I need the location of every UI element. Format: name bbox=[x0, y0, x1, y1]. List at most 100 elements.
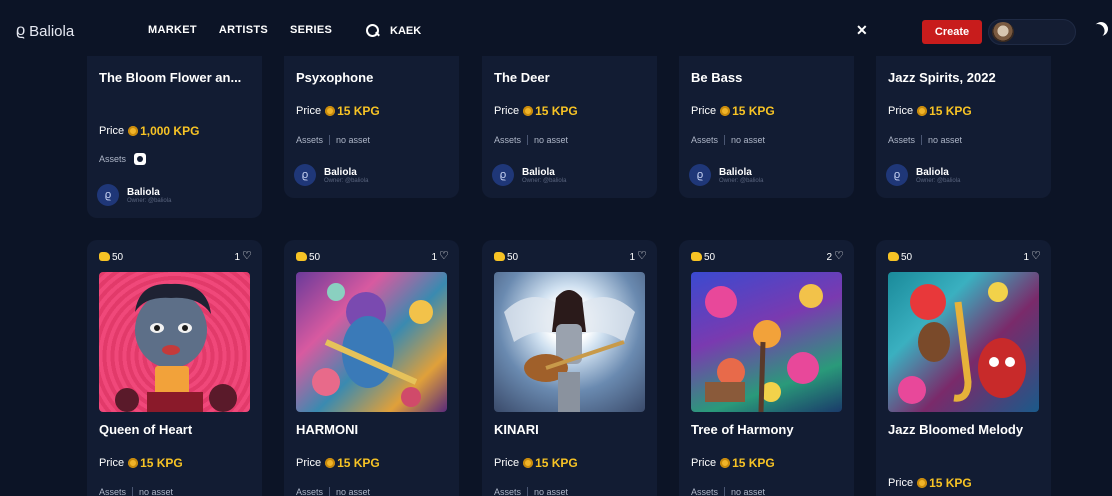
price-value: 15 KPG bbox=[337, 104, 380, 118]
heart-icon[interactable] bbox=[242, 249, 252, 262]
owner-row[interactable]: ϱ Baliola Owner: @baliola bbox=[689, 164, 763, 186]
assets-label: Assets bbox=[691, 135, 719, 145]
search-bar[interactable]: KAEK ✕ bbox=[356, 18, 876, 44]
assets-label: Assets bbox=[296, 487, 324, 496]
price-row: Price 15 KPG bbox=[888, 104, 972, 118]
hand-icon bbox=[691, 252, 702, 261]
like-count[interactable]: 2 bbox=[826, 249, 844, 263]
owner-row[interactable]: ϱ Baliola Owner: @baliola bbox=[886, 164, 960, 186]
like-count[interactable]: 1 bbox=[629, 249, 647, 263]
tree-of-harmony-art bbox=[705, 284, 823, 412]
like-count[interactable]: 1 bbox=[431, 249, 449, 263]
nft-card[interactable]: The Bloom Flower an... Price 1,000 KPG As… bbox=[87, 40, 262, 218]
card-stats: 50 1 bbox=[888, 249, 1041, 263]
baliola-logo[interactable]: ϱ Baliola bbox=[16, 22, 74, 40]
search-icon[interactable] bbox=[366, 24, 380, 38]
nft-card[interactable]: 50 1 KINARI Price 15 KPG Assets no asset bbox=[482, 240, 657, 496]
avatar[interactable] bbox=[992, 22, 1014, 42]
card-title: Jazz Spirits, 2022 bbox=[888, 70, 996, 85]
user-menu[interactable] bbox=[988, 19, 1076, 45]
price-label: Price bbox=[99, 457, 125, 469]
owner-row[interactable]: ϱ Baliola Owner: @baliola bbox=[97, 184, 171, 206]
assets-label: Assets bbox=[494, 135, 522, 145]
assets-row: Assets no asset bbox=[296, 487, 370, 496]
card-title: The Deer bbox=[494, 70, 550, 85]
artwork-image[interactable] bbox=[691, 272, 842, 412]
artwork-image[interactable] bbox=[888, 272, 1039, 412]
card-stats: 50 1 bbox=[494, 249, 647, 263]
top-navbar: ϱ Baliola MARKET ARTISTS SERIES KAEK ✕ C… bbox=[0, 8, 1112, 56]
coin-icon bbox=[523, 458, 534, 468]
owner-handle: Owner: @baliola bbox=[522, 177, 567, 184]
assets-value: no asset bbox=[731, 135, 766, 145]
nav-series[interactable]: SERIES bbox=[290, 24, 332, 36]
price-label: Price bbox=[888, 477, 914, 489]
price-value: 15 KPG bbox=[732, 456, 775, 470]
owner-handle: Owner: @baliola bbox=[324, 177, 369, 184]
assets-label: Assets bbox=[296, 135, 324, 145]
artwork-image[interactable] bbox=[99, 272, 250, 412]
owner-row[interactable]: ϱ Baliola Owner: @baliola bbox=[492, 164, 566, 186]
nft-card[interactable]: 50 1 Jazz Bloomed Melody Price 15 KPG bbox=[876, 240, 1051, 496]
nft-card[interactable]: 50 1 Queen of Heart Price 15 KPG Assets no… bbox=[87, 240, 262, 496]
nft-card[interactable]: The Deer Price 15 KPG Assets no asset ϱ Ba… bbox=[482, 40, 657, 198]
nft-card[interactable]: Psyxophone Price 15 KPG Assets no asset ϱ … bbox=[284, 40, 459, 198]
price-row: Price 1,000 KPG bbox=[99, 124, 199, 138]
owner-row[interactable]: ϱ Baliola Owner: @baliola bbox=[294, 164, 368, 186]
price-value: 15 KPG bbox=[535, 456, 578, 470]
assets-row: Assets no asset bbox=[691, 135, 765, 145]
price-label: Price bbox=[99, 125, 125, 137]
owner-handle: Owner: @baliola bbox=[127, 197, 172, 204]
supply-count: 50 bbox=[99, 252, 123, 263]
assets-value: no asset bbox=[336, 487, 371, 496]
like-count[interactable]: 1 bbox=[1023, 249, 1041, 263]
card-title: Psyxophone bbox=[296, 70, 374, 85]
supply-count: 50 bbox=[296, 252, 320, 263]
create-button[interactable]: Create bbox=[922, 20, 982, 44]
search-input[interactable]: KAEK bbox=[390, 25, 421, 37]
owner-handle: Owner: @baliola bbox=[916, 177, 961, 184]
assets-row: Assets no asset bbox=[494, 487, 568, 496]
owner-avatar: ϱ bbox=[492, 164, 514, 186]
moon-icon[interactable] bbox=[1091, 19, 1110, 38]
price-label: Price bbox=[494, 457, 520, 469]
heart-icon[interactable] bbox=[1031, 249, 1041, 262]
coin-icon bbox=[128, 126, 139, 136]
assets-value: no asset bbox=[139, 487, 174, 496]
nft-card[interactable]: Be Bass Price 15 KPG Assets no asset ϱ Bal… bbox=[679, 40, 854, 198]
heart-icon[interactable] bbox=[439, 249, 449, 262]
price-label: Price bbox=[888, 105, 914, 117]
like-count[interactable]: 1 bbox=[234, 249, 252, 263]
price-value: 15 KPG bbox=[732, 104, 775, 118]
price-value: 1,000 KPG bbox=[140, 124, 200, 138]
price-label: Price bbox=[691, 457, 717, 469]
card-stats: 50 1 bbox=[99, 249, 252, 263]
price-label: Price bbox=[691, 105, 717, 117]
heart-icon[interactable] bbox=[834, 249, 844, 262]
price-row: Price 15 KPG bbox=[888, 476, 972, 490]
artwork-image[interactable] bbox=[296, 272, 447, 412]
coin-icon bbox=[325, 106, 336, 116]
market-page: The Bloom Flower an... Price 1,000 KPG As… bbox=[0, 0, 1112, 496]
supply-count: 50 bbox=[888, 252, 912, 263]
nav-artists[interactable]: ARTISTS bbox=[219, 24, 268, 36]
assets-value: no asset bbox=[336, 135, 371, 145]
card-title: Be Bass bbox=[691, 70, 743, 85]
jazz-bloomed-melody-art bbox=[898, 282, 1026, 404]
clear-search-icon[interactable]: ✕ bbox=[856, 22, 868, 39]
supply-count: 50 bbox=[691, 252, 715, 263]
assets-row: Assets bbox=[99, 153, 147, 165]
assets-label: Assets bbox=[494, 487, 522, 496]
main-nav: MARKET ARTISTS SERIES bbox=[148, 24, 354, 36]
nft-card[interactable]: 50 2 Tree of Harmony Price 15 KPG Assets n… bbox=[679, 240, 854, 496]
nft-card[interactable]: Jazz Spirits, 2022 Price 15 KPG Assets no … bbox=[876, 40, 1051, 198]
nft-card[interactable]: 50 1 HARMONI Price 15 KPG Assets no asset bbox=[284, 240, 459, 496]
harmoni-art bbox=[312, 283, 433, 407]
artwork-image[interactable] bbox=[494, 272, 645, 412]
heart-icon[interactable] bbox=[637, 249, 647, 262]
asset-icon[interactable] bbox=[134, 153, 147, 165]
owner-avatar: ϱ bbox=[886, 164, 908, 186]
assets-value: no asset bbox=[534, 135, 569, 145]
card-stats: 50 2 bbox=[691, 249, 844, 263]
nav-market[interactable]: MARKET bbox=[148, 24, 197, 36]
